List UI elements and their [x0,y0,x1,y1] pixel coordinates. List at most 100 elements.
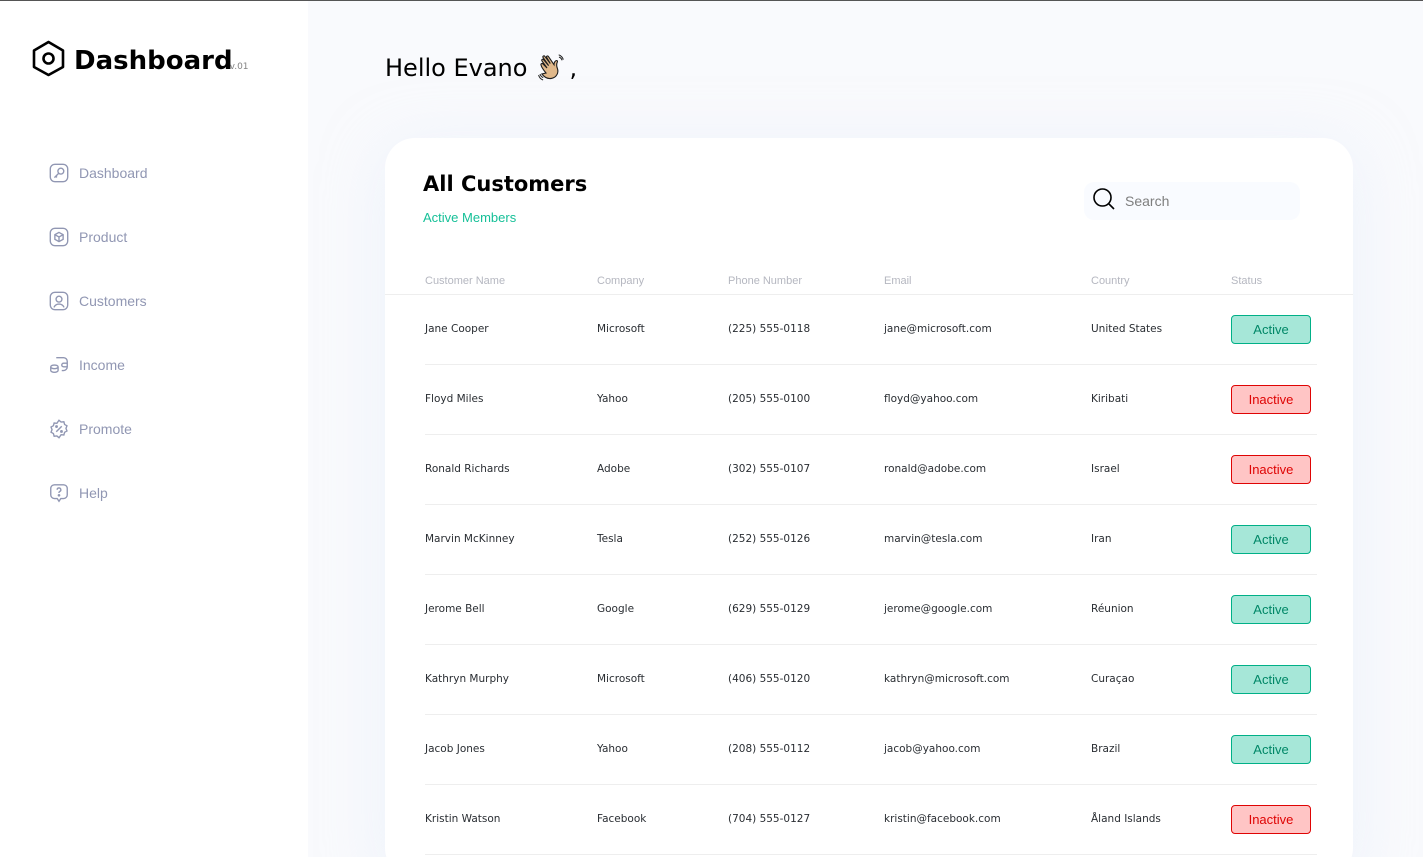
column-header-customer-name[interactable]: Customer Name [425,268,597,295]
search-box[interactable] [1084,182,1300,220]
table-spacer [1317,714,1353,784]
greeting-text: Hello Evano [385,54,528,82]
customers-card: All Customers Active Members Customer Na… [385,138,1353,857]
phone-cell: (406) 555-0120 [728,644,884,715]
column-header-email[interactable]: Email [884,268,1091,295]
sidebar-item-label: Product [79,229,128,245]
table-row[interactable]: Jerome Bell Google (629) 555-0129 jerome@go… [385,574,1353,645]
country-cell: Iran [1091,504,1231,575]
table-spacer [385,504,425,574]
sidebar-item-label: Dashboard [79,165,148,181]
table-spacer [385,268,425,295]
sidebar-item-customers[interactable]: Customers [48,269,148,333]
table-spacer [1317,434,1353,504]
status-badge[interactable]: Active [1231,734,1311,764]
card-subtitle[interactable]: Active Members [423,210,516,225]
customer-name-cell: Jacob Jones [425,714,597,785]
company-cell: Microsoft [597,644,728,715]
country-cell: Åland Islands [1091,784,1231,855]
sidebar-item-product[interactable]: Product [48,205,148,269]
status-cell: Inactive [1231,434,1317,505]
country-cell: Brazil [1091,714,1231,785]
table-spacer [1317,784,1353,854]
waving-hand-icon [537,53,567,83]
sidebar-item-income[interactable]: Income [48,333,148,397]
sidebar-item-help[interactable]: Help [48,461,148,525]
table-spacer [1317,644,1353,714]
sidebar-item-label: Customers [79,293,147,309]
customer-name-cell: Kristin Watson [425,784,597,855]
email-cell: ronald@adobe.com [884,434,1091,505]
sidebar-item-label: Promote [79,421,132,437]
table-spacer [1317,294,1353,364]
status-cell: Active [1231,714,1317,785]
table-spacer [385,784,425,854]
table-spacer [385,364,425,434]
logo-text: Dashboard [74,45,233,76]
column-header-status[interactable]: Status [1231,268,1317,295]
email-cell: jacob@yahoo.com [884,714,1091,785]
status-badge[interactable]: Active [1231,314,1311,344]
card-title: All Customers [423,172,588,196]
message-question-icon [48,482,70,504]
email-cell: kristin@facebook.com [884,784,1091,855]
status-badge[interactable]: Inactive [1231,804,1311,834]
user-square-icon [48,290,70,312]
column-header-country[interactable]: Country [1091,268,1231,295]
phone-cell: (208) 555-0112 [728,714,884,785]
customer-name-cell: Jane Cooper [425,294,597,365]
table-spacer [385,644,425,714]
status-cell: Active [1231,294,1317,365]
phone-cell: (205) 555-0100 [728,364,884,435]
logo[interactable]: Dashboard v.01 [30,40,252,81]
country-cell: Israel [1091,434,1231,505]
table-row[interactable]: Jane Cooper Microsoft (225) 555-0118 jane@m… [385,294,1353,365]
status-badge[interactable]: Inactive [1231,454,1311,484]
sidebar-nav: Dashboard Product Customers Income Promo… [48,141,148,525]
table-spacer [1317,504,1353,574]
phone-cell: (629) 555-0129 [728,574,884,645]
table-row[interactable]: Marvin McKinney Tesla (252) 555-0126 marvin… [385,504,1353,575]
table-spacer [1317,364,1353,434]
search-input[interactable] [1125,193,1285,209]
sidebar: Dashboard v.01 Dashboard Product Custome… [0,1,308,857]
customer-name-cell: Jerome Bell [425,574,597,645]
status-badge[interactable]: Active [1231,594,1311,624]
table-row[interactable]: Kathryn Murphy Microsoft (406) 555-0120 kat… [385,644,1353,715]
country-cell: Curaçao [1091,644,1231,715]
table-spacer [385,714,425,784]
country-cell: Kiribati [1091,364,1231,435]
greeting-suffix: , [569,54,578,82]
discount-shape-icon [48,418,70,440]
status-badge[interactable]: Active [1231,664,1311,694]
company-cell: Yahoo [597,714,728,785]
company-cell: Facebook [597,784,728,855]
status-cell: Active [1231,574,1317,645]
status-cell: Inactive [1231,364,1317,435]
customer-name-cell: Marvin McKinney [425,504,597,575]
customers-table: Customer Name Company Phone Number Email… [385,268,1353,855]
table-spacer [385,574,425,644]
status-badge[interactable]: Active [1231,524,1311,554]
phone-cell: (252) 555-0126 [728,504,884,575]
key-square-icon [48,162,70,184]
status-cell: Active [1231,644,1317,715]
email-cell: jerome@google.com [884,574,1091,645]
table-row[interactable]: Jacob Jones Yahoo (208) 555-0112 jacob@yaho… [385,714,1353,785]
company-cell: Yahoo [597,364,728,435]
country-cell: United States [1091,294,1231,365]
column-header-phone-number[interactable]: Phone Number [728,268,884,295]
logo-version: v.01 [229,61,249,72]
sidebar-item-dashboard[interactable]: Dashboard [48,141,148,205]
table-row[interactable]: Kristin Watson Facebook (704) 555-0127 kris… [385,784,1353,855]
table-row[interactable]: Floyd Miles Yahoo (205) 555-0100 floyd@yaho… [385,364,1353,435]
table-spacer [1317,268,1353,295]
status-badge[interactable]: Inactive [1231,384,1311,414]
phone-cell: (302) 555-0107 [728,434,884,505]
sidebar-item-promote[interactable]: Promote [48,397,148,461]
email-cell: floyd@yahoo.com [884,364,1091,435]
company-cell: Google [597,574,728,645]
column-header-company[interactable]: Company [597,268,728,295]
table-row[interactable]: Ronald Richards Adobe (302) 555-0107 ronald… [385,434,1353,505]
status-cell: Active [1231,504,1317,575]
